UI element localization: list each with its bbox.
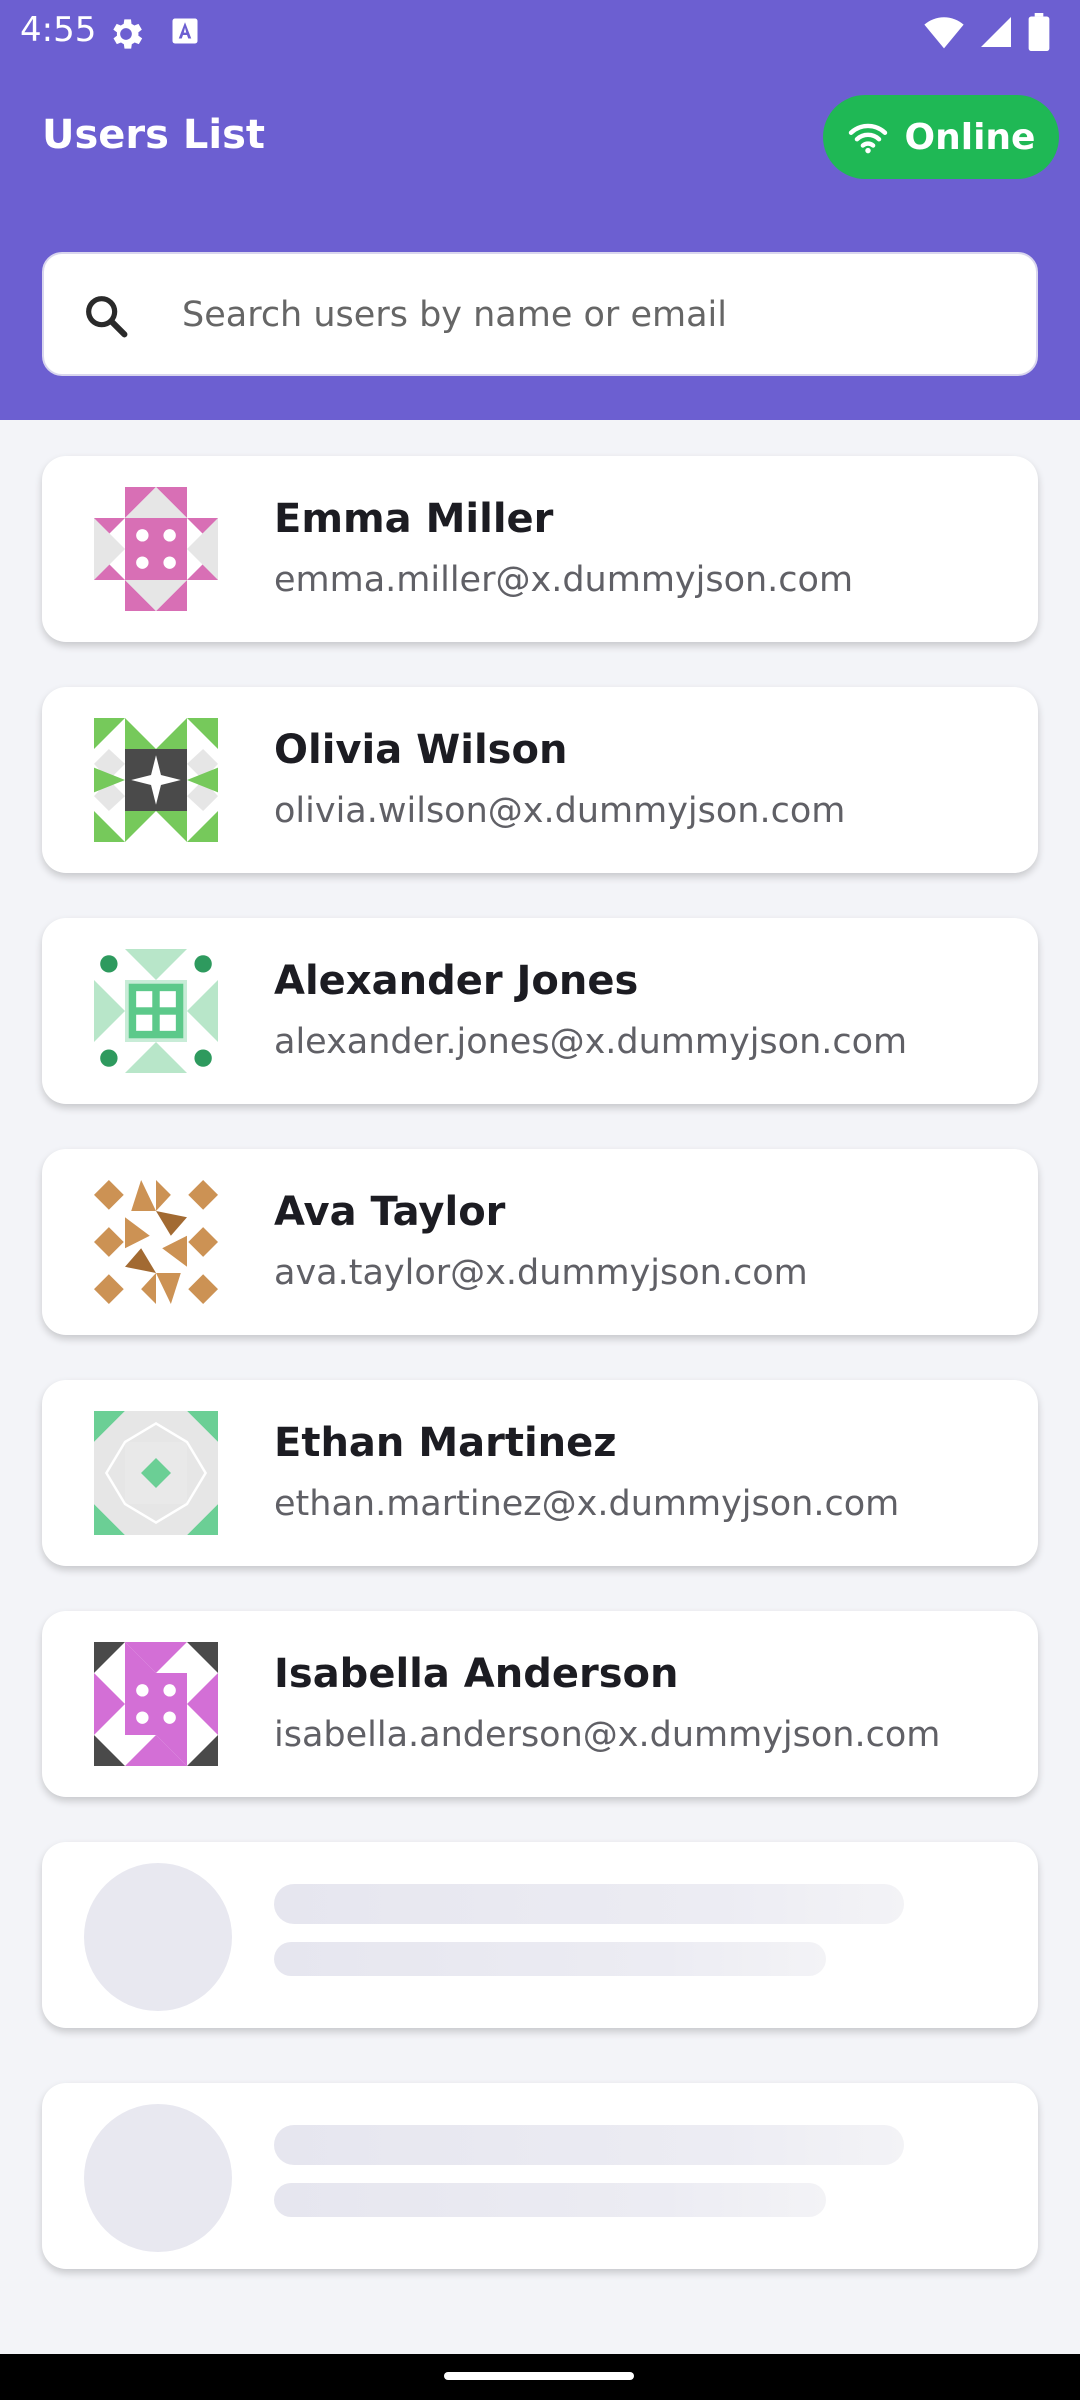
user-card[interactable]: Ethan Martinez ethan.martinez@x.dummyjso…	[42, 1380, 1038, 1566]
avatar	[94, 1642, 218, 1766]
avatar	[94, 1411, 218, 1535]
app-bar: Users List Online	[0, 62, 1080, 420]
search-input[interactable]	[180, 254, 1004, 376]
status-time: 4:55	[20, 10, 97, 50]
skeleton-line	[274, 1884, 904, 1924]
online-status-badge: Online	[823, 95, 1059, 179]
skeleton-avatar	[84, 2104, 232, 2252]
user-email: alexander.jones@x.dummyjson.com	[274, 1022, 908, 1062]
avatar	[94, 487, 218, 611]
status-bar: 4:55	[0, 0, 1080, 62]
user-card[interactable]: Olivia Wilson olivia.wilson@x.dummyjson.…	[42, 687, 1038, 873]
search-bar[interactable]	[42, 252, 1038, 376]
signal-icon	[981, 17, 1011, 47]
wifi-icon	[924, 17, 964, 49]
avatar	[94, 1180, 218, 1304]
user-email: ava.taylor@x.dummyjson.com	[274, 1253, 808, 1293]
search-icon	[86, 296, 128, 338]
avatar	[94, 949, 218, 1073]
system-navigation-bar	[0, 2354, 1080, 2400]
a-badge-icon	[172, 18, 198, 44]
wifi-icon	[848, 123, 887, 154]
avatar	[94, 718, 218, 842]
skeleton-line	[274, 1942, 826, 1976]
page-title: Users List	[42, 112, 266, 158]
user-email: isabella.anderson@x.dummyjson.com	[274, 1715, 941, 1755]
user-name: Ethan Martinez	[274, 1420, 617, 1466]
user-email: ethan.martinez@x.dummyjson.com	[274, 1484, 900, 1524]
user-name: Olivia Wilson	[274, 727, 568, 773]
skeleton-line	[274, 2183, 826, 2217]
user-name: Isabella Anderson	[274, 1651, 679, 1697]
skeleton-line	[274, 2125, 904, 2165]
user-email: emma.miller@x.dummyjson.com	[274, 560, 854, 600]
user-card[interactable]: Alexander Jones alexander.jones@x.dummyj…	[42, 918, 1038, 1104]
user-card[interactable]: Ava Taylor ava.taylor@x.dummyjson.com	[42, 1149, 1038, 1335]
user-name: Emma Miller	[274, 496, 554, 542]
skeleton-avatar	[84, 1863, 232, 2011]
battery-icon	[1028, 13, 1050, 51]
online-status-label: Online	[904, 116, 1036, 158]
user-name: Alexander Jones	[274, 958, 639, 1004]
user-name: Ava Taylor	[274, 1189, 506, 1235]
loading-placeholder-card	[42, 1842, 1038, 2028]
loading-placeholder-card	[42, 2083, 1038, 2269]
user-email: olivia.wilson@x.dummyjson.com	[274, 791, 846, 831]
gear-icon	[113, 19, 143, 49]
user-card[interactable]: Isabella Anderson isabella.anderson@x.du…	[42, 1611, 1038, 1797]
home-gesture-handle[interactable]	[444, 2372, 634, 2380]
status-icons	[924, 12, 1050, 52]
user-card[interactable]: Emma Miller emma.miller@x.dummyjson.com	[42, 456, 1038, 642]
